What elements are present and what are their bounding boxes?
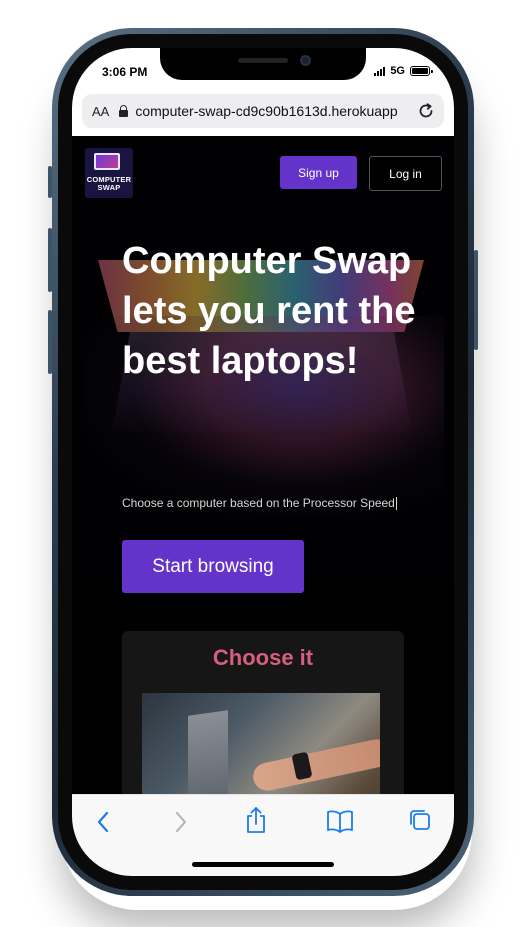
phone-screen: 3:06 PM 5G AA computer-swap-cd9c90b1613d… bbox=[72, 48, 454, 876]
text-size-button[interactable]: AA bbox=[92, 104, 109, 119]
feature-card: Choose it bbox=[122, 631, 404, 794]
reload-icon[interactable] bbox=[416, 101, 436, 121]
browser-address-area: AA computer-swap-cd9c90b1613d.herokuapp.… bbox=[72, 92, 454, 136]
hero-subhead: Choose a computer based on the Processor… bbox=[122, 496, 397, 511]
web-page: COMPUTER SWAP Sign up Log in Computer Sw… bbox=[72, 136, 454, 794]
card-image bbox=[142, 693, 380, 794]
image-arm bbox=[250, 736, 380, 794]
share-icon[interactable] bbox=[244, 805, 268, 835]
battery-icon bbox=[410, 66, 433, 76]
image-laptop-lid bbox=[188, 710, 228, 794]
volume-down-button bbox=[48, 310, 52, 374]
back-icon[interactable] bbox=[94, 809, 114, 835]
power-button bbox=[474, 250, 478, 350]
home-indicator[interactable] bbox=[192, 862, 334, 867]
speaker-grille bbox=[238, 58, 288, 63]
status-bar: 3:06 PM 5G bbox=[72, 48, 454, 92]
camera-icon bbox=[300, 55, 311, 66]
lock-icon bbox=[119, 105, 129, 117]
notch bbox=[160, 48, 366, 80]
forward-icon[interactable] bbox=[170, 809, 190, 835]
bookmarks-icon[interactable] bbox=[326, 809, 354, 833]
hero-subhead-text: Choose a computer based on the Processor… bbox=[122, 496, 395, 510]
volume-up-button bbox=[48, 228, 52, 292]
logo-text: COMPUTER SWAP bbox=[85, 176, 133, 192]
browser-toolbar bbox=[72, 794, 454, 876]
tabs-icon[interactable] bbox=[408, 808, 432, 832]
site-logo[interactable]: COMPUTER SWAP bbox=[85, 148, 133, 198]
url-text[interactable]: computer-swap-cd9c90b1613d.herokuapp.com bbox=[135, 103, 397, 119]
signal-icon bbox=[374, 66, 386, 76]
action-button bbox=[48, 166, 52, 198]
logo-line2: SWAP bbox=[97, 183, 121, 192]
network-type: 5G bbox=[390, 65, 405, 77]
monitor-icon bbox=[94, 153, 120, 170]
card-title: Choose it bbox=[212, 645, 314, 670]
start-browsing-button[interactable]: Start browsing bbox=[122, 540, 304, 593]
status-time: 3:06 PM bbox=[102, 65, 148, 79]
status-indicators: 5G bbox=[374, 65, 433, 77]
address-bar[interactable]: AA computer-swap-cd9c90b1613d.herokuapp.… bbox=[82, 94, 444, 128]
login-button[interactable]: Log in bbox=[369, 156, 442, 191]
signup-button[interactable]: Sign up bbox=[280, 156, 357, 189]
hero-headline: Computer Swap lets you rent the best lap… bbox=[122, 240, 416, 382]
typing-cursor bbox=[395, 497, 397, 511]
